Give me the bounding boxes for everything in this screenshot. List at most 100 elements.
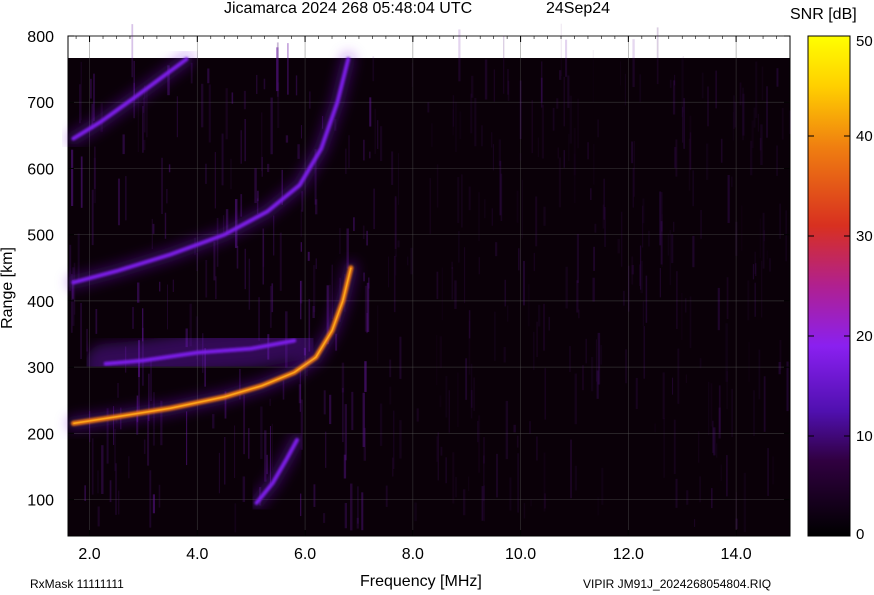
noise-streak: [478, 257, 480, 275]
noise-streak: [459, 111, 462, 140]
noise-streak: [672, 377, 674, 395]
noise-streak: [493, 311, 496, 361]
noise-streak: [620, 211, 623, 267]
noise-streak: [601, 467, 604, 505]
noise-streak: [681, 292, 683, 340]
noise-streak: [715, 443, 718, 458]
noise-streak: [576, 233, 580, 283]
noise-streak: [669, 79, 672, 88]
noise-streak: [731, 176, 733, 187]
noise-streak: [436, 164, 439, 208]
noise-streak: [543, 452, 546, 512]
noise-streak: [353, 217, 355, 232]
noise-streak: [410, 247, 413, 275]
noise-streak: [735, 221, 738, 256]
noise-streak: [94, 146, 96, 189]
noise-streak: [707, 381, 710, 436]
noise-streak: [436, 436, 438, 462]
noise-streak: [118, 490, 120, 515]
noise-streak: [632, 39, 635, 88]
noise-streak: [368, 277, 370, 289]
noise-streak: [669, 230, 672, 286]
noise-streak: [625, 349, 628, 384]
noise-streak: [208, 84, 211, 143]
noise-streak: [747, 280, 750, 321]
noise-streak: [789, 110, 791, 134]
noise-streak: [458, 29, 461, 82]
noise-streak: [503, 35, 505, 94]
noise-streak: [600, 345, 603, 365]
noise-streak: [491, 208, 493, 226]
noise-streak: [769, 258, 771, 272]
noise-streak: [168, 164, 171, 173]
noise-streak: [725, 455, 728, 497]
noise-streak: [166, 188, 168, 204]
noise-streak: [673, 419, 676, 475]
noise-streak: [348, 135, 350, 168]
noise-streak: [385, 485, 388, 507]
noise-streak: [533, 252, 535, 272]
noise-streak: [692, 170, 694, 207]
noise-streak: [569, 346, 571, 373]
noise-streak: [225, 88, 228, 140]
noise-streak: [504, 279, 506, 307]
noise-streak: [573, 127, 576, 176]
noise-streak: [781, 107, 784, 140]
noise-streak: [519, 249, 522, 275]
noise-streak: [361, 492, 364, 531]
noise-streak: [567, 133, 570, 162]
noise-streak: [751, 120, 754, 149]
noise-streak: [152, 494, 155, 514]
noise-streak: [471, 75, 474, 98]
noise-streak: [234, 503, 237, 533]
noise-streak: [231, 92, 234, 104]
noise-streak: [454, 280, 457, 309]
x-tick-label: 14.0: [721, 546, 752, 563]
y-tick-label: 800: [27, 29, 54, 46]
noise-streak: [595, 339, 597, 382]
noise-streak: [366, 312, 368, 334]
noise-streak: [101, 445, 104, 495]
noise-streak: [582, 365, 584, 391]
noise-streak: [578, 309, 580, 319]
noise-streak: [300, 242, 302, 252]
noise-streak: [307, 251, 310, 261]
noise-streak: [743, 472, 746, 533]
noise-streak: [593, 246, 596, 271]
noise-streak: [513, 424, 516, 433]
noise-streak: [341, 387, 344, 443]
noise-streak: [574, 465, 578, 491]
noise-streak: [631, 141, 634, 164]
noise-streak: [143, 139, 146, 151]
noise-streak: [266, 454, 268, 475]
noise-streak: [356, 517, 359, 529]
noise-streak: [247, 428, 250, 459]
noise-streak: [267, 163, 270, 173]
noise-streak: [726, 371, 728, 410]
y-tick-label: 100: [27, 493, 54, 510]
noise-streak: [329, 394, 332, 425]
noise-streak: [492, 144, 495, 171]
noise-streak: [762, 212, 765, 269]
noise-streak: [713, 427, 716, 456]
noise-streak: [452, 109, 454, 136]
noise-streak: [672, 80, 676, 115]
noise-streak: [411, 62, 413, 88]
noise-streak: [656, 27, 659, 85]
noise-streak: [467, 476, 470, 492]
noise-streak: [323, 390, 326, 415]
noise-streak: [529, 421, 531, 434]
noise-streak: [279, 232, 282, 291]
noise-streak: [481, 486, 484, 521]
noise-streak: [592, 277, 595, 302]
noise-streak: [530, 499, 533, 507]
noise-streak: [689, 296, 692, 349]
noise-streak: [552, 107, 555, 131]
noise-streak: [344, 502, 348, 529]
noise-streak: [131, 24, 134, 78]
noise-streak: [79, 84, 81, 124]
colorbar-tick-label: 30: [856, 228, 873, 245]
noise-streak: [623, 290, 625, 306]
noise-streak: [491, 132, 493, 148]
noise-streak: [269, 286, 272, 328]
